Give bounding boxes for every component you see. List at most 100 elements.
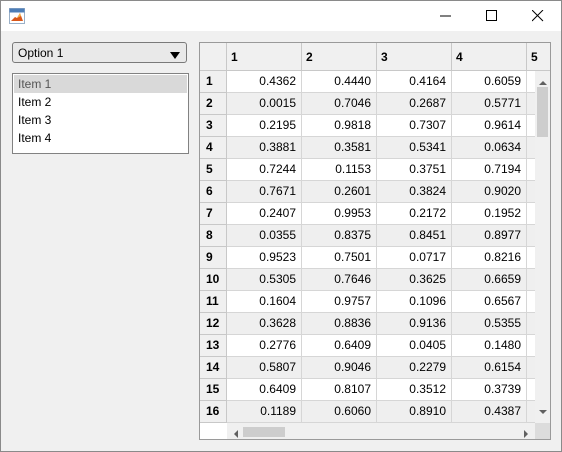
table-cell[interactable]: 0.2687 — [377, 93, 452, 115]
row-header[interactable]: 6 — [200, 181, 227, 203]
table-cell[interactable]: 0.6409 — [302, 335, 377, 357]
table-cell[interactable]: 0.2407 — [227, 203, 302, 225]
table-cell[interactable]: 0.3739 — [452, 379, 527, 401]
scroll-left-icon[interactable] — [233, 427, 239, 439]
row-header[interactable]: 15 — [200, 379, 227, 401]
table-cell[interactable]: 0.8836 — [302, 313, 377, 335]
table-cell[interactable]: 0.9020 — [452, 181, 527, 203]
table-cell[interactable]: 0.8451 — [377, 225, 452, 247]
table-cell[interactable]: 0.8216 — [452, 247, 527, 269]
row-header[interactable]: 11 — [200, 291, 227, 313]
scroll-right-icon[interactable] — [523, 427, 529, 439]
table-cell[interactable]: 0.6060 — [302, 401, 377, 423]
table-cell[interactable]: 0.8107 — [302, 379, 377, 401]
table-cell[interactable]: 0.3824 — [377, 181, 452, 203]
column-header[interactable]: 5 — [527, 43, 550, 71]
table-cell[interactable]: 0.9818 — [302, 115, 377, 137]
table-cell[interactable]: 0.6567 — [452, 291, 527, 313]
table-cell[interactable]: 0.6659 — [452, 269, 527, 291]
vertical-scrollbar[interactable] — [535, 71, 550, 423]
table-cell[interactable]: 0.7671 — [227, 181, 302, 203]
column-header[interactable]: 1 — [227, 43, 302, 71]
table-cell[interactable]: 0.9523 — [227, 247, 302, 269]
table-cell[interactable]: 0.6409 — [227, 379, 302, 401]
table-cell[interactable]: 0.1153 — [302, 159, 377, 181]
table-cell[interactable]: 0.0634 — [452, 137, 527, 159]
row-header[interactable]: 8 — [200, 225, 227, 247]
row-header[interactable]: 2 — [200, 93, 227, 115]
table-cell[interactable]: 0.5771 — [452, 93, 527, 115]
table-cell[interactable]: 0.2172 — [377, 203, 452, 225]
row-header[interactable]: 3 — [200, 115, 227, 137]
table-cell[interactable]: 0.0405 — [377, 335, 452, 357]
table-cell[interactable]: 0.7194 — [452, 159, 527, 181]
table-cell[interactable]: 0.2776 — [227, 335, 302, 357]
table-cell[interactable]: 0.9046 — [302, 357, 377, 379]
table-cell[interactable]: 0.7244 — [227, 159, 302, 181]
row-header[interactable]: 12 — [200, 313, 227, 335]
table-cell[interactable]: 0.1189 — [227, 401, 302, 423]
table-cell[interactable]: 0.1480 — [452, 335, 527, 357]
table-cell[interactable]: 0.9953 — [302, 203, 377, 225]
row-header[interactable]: 4 — [200, 137, 227, 159]
row-header[interactable]: 7 — [200, 203, 227, 225]
table-cell[interactable]: 0.1096 — [377, 291, 452, 313]
table-cell[interactable]: 0.0355 — [227, 225, 302, 247]
table-cell[interactable]: 0.4362 — [227, 71, 302, 93]
row-header[interactable]: 16 — [200, 401, 227, 423]
close-button[interactable] — [515, 1, 561, 31]
table-cell[interactable]: 0.7307 — [377, 115, 452, 137]
table-cell[interactable]: 0.4164 — [377, 71, 452, 93]
horizontal-scroll-thumb[interactable] — [243, 427, 285, 437]
row-header[interactable]: 10 — [200, 269, 227, 291]
table-cell[interactable]: 0.5341 — [377, 137, 452, 159]
table-cell[interactable]: 0.7501 — [302, 247, 377, 269]
row-header[interactable]: 1 — [200, 71, 227, 93]
table-cell[interactable]: 0.2601 — [302, 181, 377, 203]
row-header[interactable]: 5 — [200, 159, 227, 181]
table-cell[interactable]: 0.0717 — [377, 247, 452, 269]
vertical-scroll-thumb[interactable] — [537, 87, 548, 137]
column-header[interactable]: 3 — [377, 43, 452, 71]
table-cell[interactable]: 0.1604 — [227, 291, 302, 313]
item-listbox[interactable]: Item 1 Item 2 Item 3 Item 4 — [12, 73, 189, 154]
list-item[interactable]: Item 2 — [14, 93, 187, 111]
minimize-button[interactable] — [423, 1, 469, 31]
table-cell[interactable]: 0.9757 — [302, 291, 377, 313]
data-table[interactable]: 1 2 3 4 5 1 0.4362 0.4440 0.4164 0.6059 2 0.0015 0.7… — [199, 42, 551, 440]
list-item[interactable]: Item 3 — [14, 111, 187, 129]
table-cell[interactable]: 0.6154 — [452, 357, 527, 379]
table-cell[interactable]: 0.6059 — [452, 71, 527, 93]
option-dropdown[interactable]: Option 1 — [12, 42, 187, 63]
row-header[interactable]: 9 — [200, 247, 227, 269]
list-item[interactable]: Item 4 — [14, 129, 187, 147]
table-cell[interactable]: 0.5355 — [452, 313, 527, 335]
table-cell[interactable]: 0.4387 — [452, 401, 527, 423]
table-cell[interactable]: 0.3625 — [377, 269, 452, 291]
table-cell[interactable]: 0.3881 — [227, 137, 302, 159]
table-cell[interactable]: 0.4440 — [302, 71, 377, 93]
column-header[interactable]: 2 — [302, 43, 377, 71]
row-header[interactable]: 14 — [200, 357, 227, 379]
table-cell[interactable]: 0.5305 — [227, 269, 302, 291]
table-cell[interactable]: 0.9614 — [452, 115, 527, 137]
table-cell[interactable]: 0.9136 — [377, 313, 452, 335]
list-item[interactable]: Item 1 — [14, 75, 187, 93]
table-cell[interactable]: 0.7646 — [302, 269, 377, 291]
table-cell[interactable]: 0.0015 — [227, 93, 302, 115]
row-header[interactable]: 13 — [200, 335, 227, 357]
table-cell[interactable]: 0.7046 — [302, 93, 377, 115]
table-cell[interactable]: 0.8977 — [452, 225, 527, 247]
table-cell[interactable]: 0.2279 — [377, 357, 452, 379]
table-cell[interactable]: 0.8375 — [302, 225, 377, 247]
table-cell[interactable]: 0.1952 — [452, 203, 527, 225]
scroll-down-icon[interactable] — [539, 404, 547, 418]
horizontal-scrollbar[interactable] — [227, 423, 535, 439]
maximize-button[interactable] — [469, 1, 515, 31]
table-cell[interactable]: 0.3628 — [227, 313, 302, 335]
column-header[interactable]: 4 — [452, 43, 527, 71]
table-cell[interactable]: 0.8910 — [377, 401, 452, 423]
table-cell[interactable]: 0.2195 — [227, 115, 302, 137]
table-cell[interactable]: 0.3581 — [302, 137, 377, 159]
table-cell[interactable]: 0.3751 — [377, 159, 452, 181]
